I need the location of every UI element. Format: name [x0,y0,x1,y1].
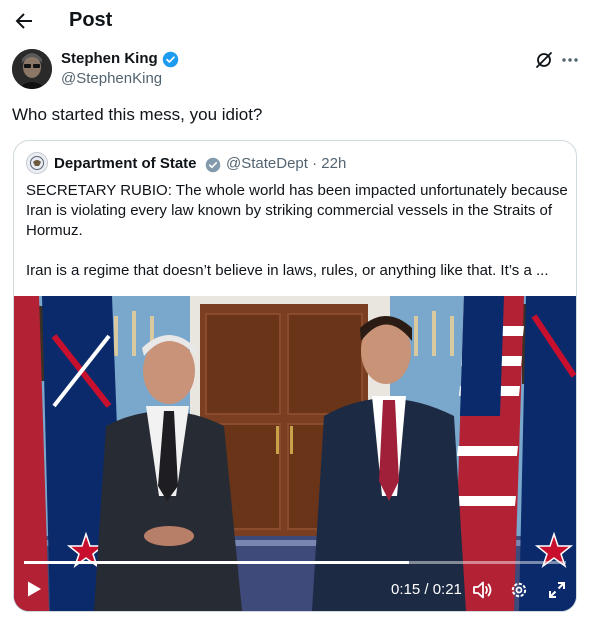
more-options-icon[interactable] [560,50,580,70]
quote-text: SECRETARY RUBIO: The whole world has bee… [26,181,568,281]
quote-paragraph: SECRETARY RUBIO: The whole world has bee… [26,182,568,239]
play-icon[interactable] [25,580,43,598]
progress-bar[interactable] [24,561,566,564]
arrow-left-icon[interactable] [12,9,36,33]
page-title: Post [69,9,113,31]
grok-icon[interactable] [534,50,554,70]
top-bar: Post [0,0,597,42]
quote-handle-time: @StateDept · 22h [226,155,347,172]
avatar[interactable] [12,49,52,89]
verified-badge-icon [162,51,179,68]
video-time: 0:15 / 0:21 [391,581,462,598]
quote-paragraph: Iran is a regime that doesn’t believe in… [26,262,549,279]
quote-author-name[interactable]: Department of State [54,155,197,172]
fullscreen-icon[interactable] [548,581,566,599]
settings-gear-icon[interactable] [509,580,529,600]
gray-verified-badge-icon [205,157,221,173]
progress-fill [24,561,409,564]
quote-avatar[interactable] [26,152,48,174]
video-player[interactable]: 0:15 / 0:21 [14,296,576,611]
tweet-text: Who started this mess, you idiot? [12,105,263,124]
volume-icon[interactable] [472,580,494,600]
quote-tweet[interactable]: Department of State @StateDept · 22h SEC… [13,140,577,612]
author-name[interactable]: Stephen King [61,50,158,67]
author-handle[interactable]: @StephenKing [61,70,162,87]
